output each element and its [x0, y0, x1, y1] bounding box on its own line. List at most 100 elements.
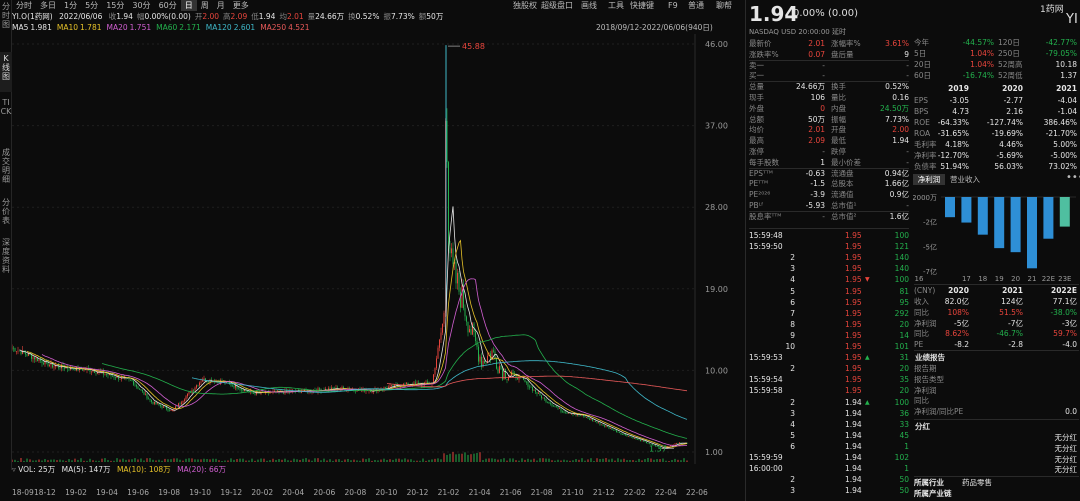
volume-bar [398, 458, 400, 462]
fin-row: 负债率 51.94% 56.03% 73.02% [914, 162, 1077, 172]
left-tab-2[interactable]: TICK [0, 96, 12, 140]
info-item-5: 均2.01 [279, 12, 303, 21]
period-10[interactable]: 更多 [229, 0, 253, 11]
candle-body [242, 389, 244, 392]
candle-body [500, 366, 502, 370]
candle-body [628, 436, 629, 437]
candle-body [193, 390, 194, 391]
volume-bar [227, 460, 229, 462]
quote-label: 股息率ᵀᵀᴹ [749, 211, 782, 221]
volume-bar [281, 459, 283, 462]
candle-body [449, 247, 451, 254]
candle-body [196, 385, 197, 388]
period-3[interactable]: 5分 [81, 0, 102, 11]
quote-row: 总额 50万 振幅 7.73% [749, 115, 909, 125]
volume-bar [116, 458, 118, 462]
fin-label: BPS [914, 107, 929, 116]
candle-body [356, 391, 358, 392]
left-tab-1[interactable]: K线图 [0, 52, 12, 92]
volume-bar [653, 459, 655, 462]
industry-value[interactable]: 药品零售 [962, 478, 992, 488]
period-8[interactable]: 周 [197, 0, 213, 11]
volume-bar [680, 460, 682, 462]
candle-body [637, 439, 638, 440]
quote-info-line: YI.O(1药网) 2022/06/06 收1.94 幅0.00%(0.00) 开2… [12, 11, 443, 22]
quote-value: - [822, 211, 825, 221]
period-2[interactable]: 1分 [60, 0, 81, 11]
arrow-down-icon: ▼ [865, 276, 870, 284]
candle-body [475, 331, 476, 341]
volume-bar [110, 460, 112, 462]
quote-label-2: 流通盘 [831, 168, 854, 178]
period-7[interactable]: 日 [180, 0, 197, 11]
volume-bar [176, 458, 178, 462]
fin-label: 负债率 [914, 162, 937, 171]
tick-row: 3 1.94 36 [749, 409, 909, 419]
kline-chart[interactable]: 46.00 37.00 28.00 19.00 10.00 1.00 45.88 1.37 [12, 34, 743, 464]
period-0[interactable]: 分时 [12, 0, 36, 11]
info-value: 0.52% [355, 12, 380, 21]
toolbar-right-3[interactable]: 工具 [608, 0, 624, 11]
x-tick-label: 20-08 [344, 488, 367, 497]
candle-body [241, 389, 242, 391]
tick-price: 1.95 [845, 275, 862, 285]
toolbar-right-7[interactable]: 聊帮 [716, 0, 732, 11]
left-tab-5[interactable]: 深度资料 [0, 236, 12, 282]
toolbar-right-4[interactable]: 快捷键 [630, 0, 654, 11]
candle-body [95, 372, 97, 374]
volume-bar [275, 459, 277, 462]
left-tab-3[interactable]: 成交明细 [0, 146, 12, 192]
candle-body [199, 382, 200, 386]
dividend-row: 无分红 [914, 444, 1078, 454]
tick-time: 4 [790, 419, 795, 429]
tick-volume: 20 [899, 364, 909, 374]
profit-bar [961, 197, 972, 223]
more-icon[interactable]: ••• [1066, 172, 1080, 183]
info-value: 2.00 [202, 12, 220, 21]
left-tab-0[interactable]: 分时图 [0, 0, 12, 34]
volume-bar [323, 458, 325, 462]
toolbar-right-1[interactable]: 超级盘口 [541, 0, 573, 11]
quote-value: 2.09 [808, 136, 825, 146]
volume-bar [152, 459, 154, 462]
cny-row: 净利润 -5亿 -7亿 -3亿 [914, 319, 1077, 329]
volume-bar [524, 459, 526, 462]
candle-body [169, 410, 170, 412]
volume-toggle-icon[interactable]: ▿ [12, 465, 16, 474]
left-tab-4[interactable]: 分价表 [0, 196, 12, 228]
candle-body [679, 442, 680, 444]
perf-value-2: -42.77% [1045, 38, 1077, 47]
quote-value: -0.63 [805, 168, 825, 178]
toolbar-right-6[interactable]: 普通 [688, 0, 704, 11]
report-label: 同比 [914, 396, 929, 406]
volume-bar [209, 459, 211, 462]
candle-body [443, 312, 445, 324]
report-row: 报告类型 [914, 375, 1077, 385]
volume-bar [215, 458, 217, 462]
period-4[interactable]: 15分 [102, 0, 128, 11]
period-5[interactable]: 30分 [128, 0, 154, 11]
period-6[interactable]: 60分 [155, 0, 181, 11]
candle-body [74, 368, 76, 371]
fin-value: -64.33% [937, 118, 969, 127]
tab-net-profit[interactable]: 净利润 [913, 174, 945, 185]
toolbar-right-0[interactable]: 独股权 [513, 0, 537, 11]
cny-head: (CNY) [914, 286, 936, 295]
volume-bar [464, 452, 466, 462]
candle-body [584, 416, 586, 418]
period-9[interactable]: 月 [213, 0, 229, 11]
volume-bar [296, 459, 298, 462]
profit-y-label: -2亿 [923, 218, 937, 227]
toolbar-right-5[interactable]: F9 [668, 0, 678, 11]
tab-revenue[interactable]: 营业收入 [950, 174, 980, 185]
quote-label: 总额 [749, 114, 764, 124]
period-1[interactable]: 多日 [36, 0, 60, 11]
quote-value: -5.93 [805, 201, 825, 210]
volume-legend: ▿ VOL: 25万 MA(5): 147万 MA(10): 108万 MA(2… [12, 464, 226, 475]
toolbar-right-2[interactable]: 画线 [581, 0, 597, 11]
volume-bar [401, 459, 403, 462]
ma-item-5: MA250 4.521 [260, 23, 309, 32]
perf-label: 20日 [914, 60, 932, 69]
tick-price: 1.95 [845, 353, 862, 363]
candle-body [91, 371, 92, 373]
